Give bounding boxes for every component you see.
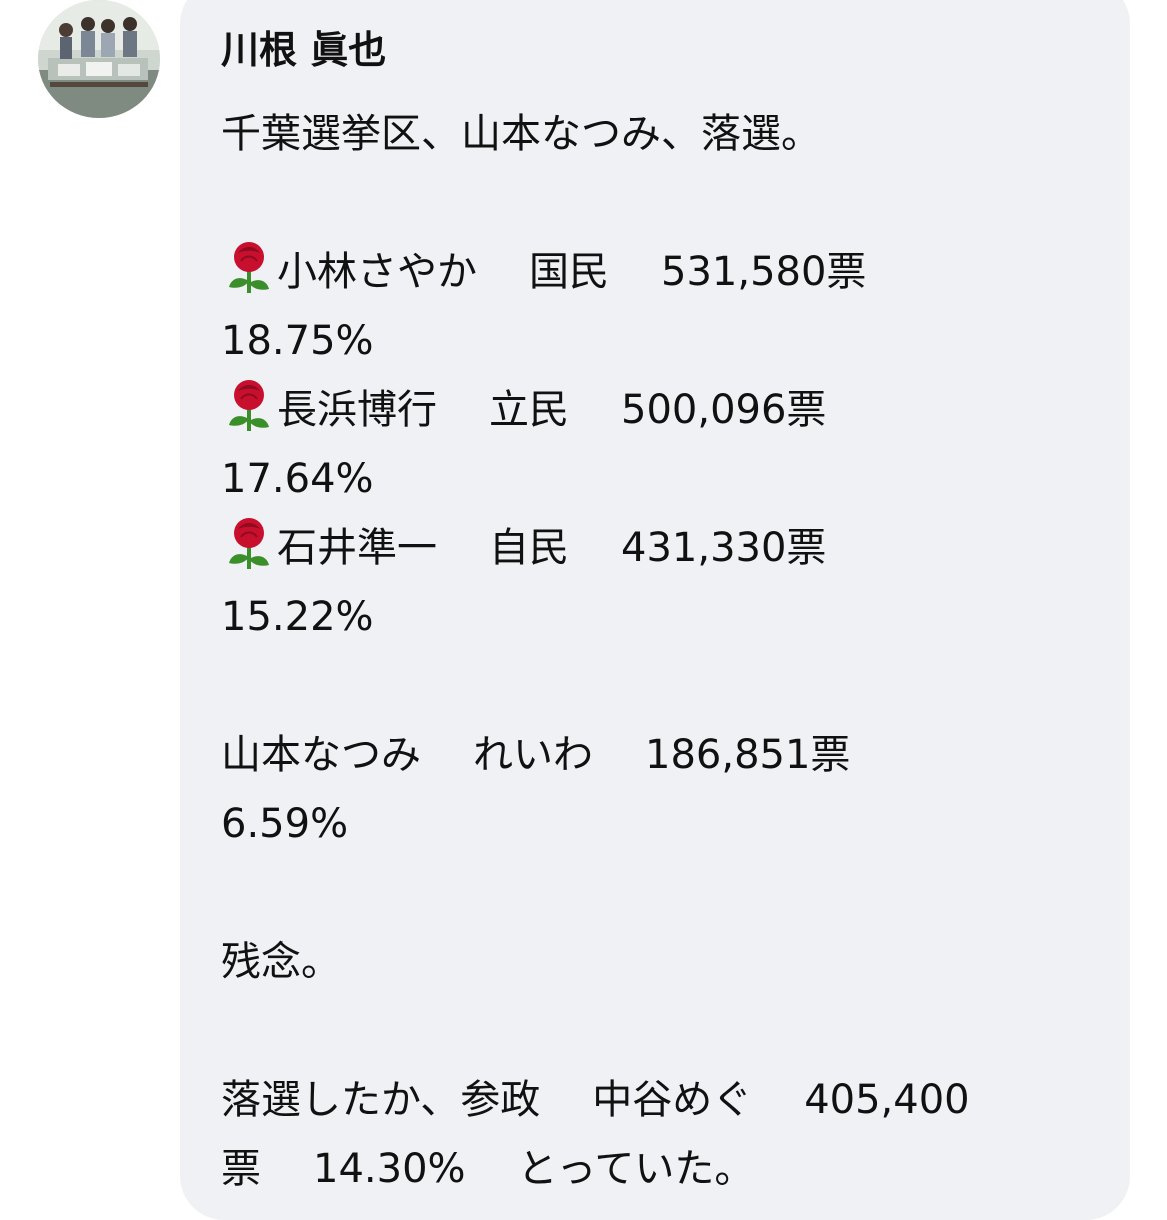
text-line: 票 14.30% とっていた。 [221, 1135, 1121, 1204]
candidate-votes: 531,580票 [661, 249, 867, 295]
candidate-percent: 14.30% [313, 1146, 466, 1192]
candidate-line: 長浜博行 立民 500,096票 [221, 376, 1121, 445]
author-avatar[interactable] [38, 0, 160, 118]
text-segment: 落選したか、参政 [221, 1077, 541, 1123]
rose-icon [229, 242, 269, 293]
text-segment: とっていた。 [517, 1146, 755, 1192]
candidate-percent: 15.22% [221, 594, 374, 640]
candidate-percent: 6.59% [221, 801, 349, 847]
candidate-party: 自民 [489, 525, 569, 571]
author-name[interactable]: 川根 眞也 [221, 22, 386, 78]
candidate-votes: 500,096票 [621, 387, 827, 433]
rose-icon [229, 380, 269, 431]
candidate-percent: 18.75% [221, 318, 374, 364]
candidate-party: れいわ [473, 732, 593, 778]
candidate-line: 山本なつみ れいわ 186,851票 [221, 721, 1121, 790]
candidate-name: 長浜博行 [277, 387, 437, 433]
text-line: 千葉選挙区、山本なつみ、落選。 [221, 111, 821, 157]
candidate-name: 山本なつみ [221, 732, 421, 778]
text-line: 残念。 [221, 939, 341, 985]
candidate-line: 小林さやか 国民 531,580票 [221, 238, 1121, 307]
comment-text: 千葉選挙区、山本なつみ、落選。 小林さやか 国民 531,580票 18.75% 長… [221, 100, 1121, 1204]
candidate-votes: 186,851票 [645, 732, 851, 778]
candidate-name: 小林さやか [277, 249, 477, 295]
candidate-party: 立民 [489, 387, 569, 433]
candidate-percent: 17.64% [221, 456, 374, 502]
candidate-line: 石井準一 自民 431,330票 [221, 514, 1121, 583]
candidate-votes: 405,400 [804, 1077, 970, 1123]
avatar-photo [38, 0, 160, 118]
candidate-party: 国民 [529, 249, 609, 295]
text-line: 落選したか、参政 中谷めぐ 405,400 [221, 1066, 1121, 1135]
candidate-name: 中谷めぐ [592, 1077, 753, 1123]
candidate-name: 石井準一 [277, 525, 437, 571]
text-segment: 票 [221, 1146, 261, 1192]
rose-icon [229, 518, 269, 569]
candidate-votes: 431,330票 [621, 525, 827, 571]
